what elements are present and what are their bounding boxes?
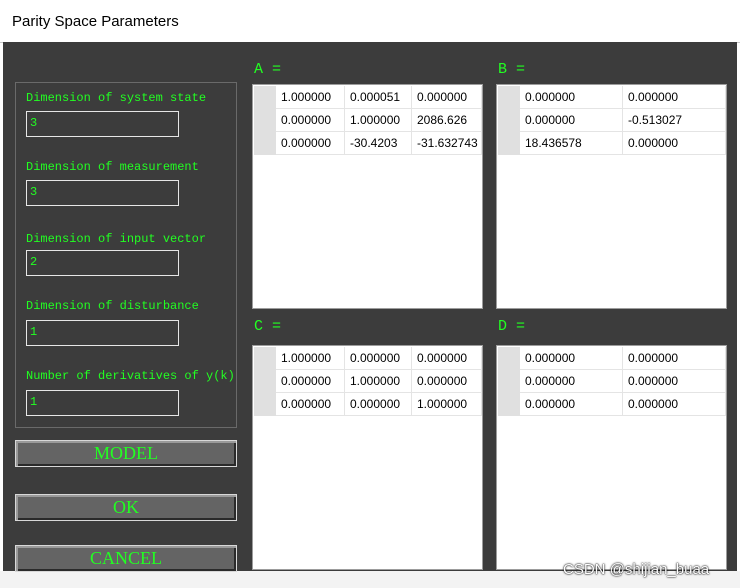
table-row: 0.000000 0.000000 — [497, 86, 726, 109]
table-row: 1.000000 0.000000 0.000000 — [253, 347, 482, 370]
table-cell[interactable]: 0.000000 — [345, 347, 412, 370]
table-cell[interactable]: 0.000000 — [520, 347, 623, 370]
row-header[interactable] — [254, 86, 276, 109]
table-cell[interactable]: 0.000000 — [623, 370, 726, 393]
matrix-d-grid[interactable]: 0.000000 0.000000 0.000000 0.000000 0.00… — [496, 345, 727, 570]
table-row: 0.000000 -30.4203 -31.632743 — [253, 132, 482, 155]
table-cell[interactable]: 0.000000 — [276, 109, 345, 132]
table-cell[interactable]: 0.000000 — [520, 109, 623, 132]
row-header[interactable] — [254, 393, 276, 416]
row-header[interactable] — [254, 370, 276, 393]
table-cell[interactable]: 18.436578 — [520, 132, 623, 155]
matrix-d-label: D = — [498, 318, 526, 335]
row-header[interactable] — [254, 347, 276, 370]
table-cell[interactable]: 0.000000 — [412, 347, 482, 370]
table-cell[interactable]: 1.000000 — [345, 370, 412, 393]
table-row: 0.000000 0.000000 1.000000 — [253, 393, 482, 416]
table-cell[interactable]: 0.000000 — [412, 86, 482, 109]
table-row: 0.000000 1.000000 2086.626 — [253, 109, 482, 132]
state-dimension-field[interactable]: 3 — [26, 111, 179, 137]
table-cell[interactable]: 0.000051 — [345, 86, 412, 109]
table-cell[interactable]: 0.000000 — [345, 393, 412, 416]
table-cell[interactable]: 1.000000 — [412, 393, 482, 416]
table-cell[interactable]: 0.000000 — [623, 347, 726, 370]
table-row: 1.000000 0.000051 0.000000 — [253, 86, 482, 109]
row-header[interactable] — [498, 393, 520, 416]
title-bar: Parity Space Parameters — [0, 0, 740, 43]
table-cell[interactable]: -0.513027 — [623, 109, 726, 132]
matrix-a-grid[interactable]: 1.000000 0.000051 0.000000 0.000000 1.00… — [252, 84, 483, 309]
watermark: CSDN @shijian_buaa — [563, 561, 710, 578]
state-dimension-label: Dimension of system state — [26, 91, 207, 105]
table-cell[interactable]: 0.000000 — [623, 132, 726, 155]
matrix-c-label: C = — [254, 318, 282, 335]
table-cell[interactable]: -31.632743 — [412, 132, 482, 155]
table-cell[interactable]: 0.000000 — [276, 132, 345, 155]
disturbance-dimension-label: Dimension of disturbance — [26, 299, 199, 313]
table-cell[interactable]: 0.000000 — [520, 86, 623, 109]
matrix-b-grid[interactable]: 0.000000 0.000000 0.000000 -0.513027 18.… — [496, 84, 727, 309]
derivatives-count-field[interactable]: 1 — [26, 390, 179, 416]
table-cell[interactable]: 0.000000 — [412, 370, 482, 393]
measurement-dimension-field[interactable]: 3 — [26, 180, 179, 206]
model-button[interactable]: MODEL — [15, 440, 237, 467]
table-cell[interactable]: 0.000000 — [276, 370, 345, 393]
table-cell[interactable]: 0.000000 — [520, 393, 623, 416]
row-header[interactable] — [498, 86, 520, 109]
row-header[interactable] — [498, 347, 520, 370]
table-cell[interactable]: 0.000000 — [623, 393, 726, 416]
table-row: 0.000000 0.000000 — [497, 347, 726, 370]
row-header[interactable] — [254, 132, 276, 155]
table-row: 0.000000 0.000000 — [497, 370, 726, 393]
cancel-button[interactable]: CANCEL — [15, 545, 237, 572]
table-row: 0.000000 0.000000 — [497, 393, 726, 416]
disturbance-dimension-field[interactable]: 1 — [26, 320, 179, 346]
input-dimension-label: Dimension of input vector — [26, 232, 207, 246]
measurement-dimension-label: Dimension of measurement — [26, 160, 199, 174]
table-row: 0.000000 -0.513027 — [497, 109, 726, 132]
table-cell[interactable]: 2086.626 — [412, 109, 482, 132]
table-cell[interactable]: 1.000000 — [276, 347, 345, 370]
matrix-c-grid[interactable]: 1.000000 0.000000 0.000000 0.000000 1.00… — [252, 345, 483, 570]
table-cell[interactable]: 0.000000 — [276, 393, 345, 416]
table-row: 0.000000 1.000000 0.000000 — [253, 370, 482, 393]
window-title: Parity Space Parameters — [12, 13, 179, 30]
matrix-b-label: B = — [498, 61, 526, 78]
row-header[interactable] — [254, 109, 276, 132]
row-header[interactable] — [498, 132, 520, 155]
table-cell[interactable]: -30.4203 — [345, 132, 412, 155]
table-cell[interactable]: 1.000000 — [345, 109, 412, 132]
ok-button[interactable]: OK — [15, 494, 237, 521]
table-cell[interactable]: 0.000000 — [520, 370, 623, 393]
table-cell[interactable]: 1.000000 — [276, 86, 345, 109]
input-dimension-field[interactable]: 2 — [26, 250, 179, 276]
derivatives-count-label: Number of derivatives of y(k) — [26, 369, 235, 383]
row-header[interactable] — [498, 109, 520, 132]
row-header[interactable] — [498, 370, 520, 393]
table-row: 18.436578 0.000000 — [497, 132, 726, 155]
table-cell[interactable]: 0.000000 — [623, 86, 726, 109]
matrix-a-label: A = — [254, 61, 282, 78]
